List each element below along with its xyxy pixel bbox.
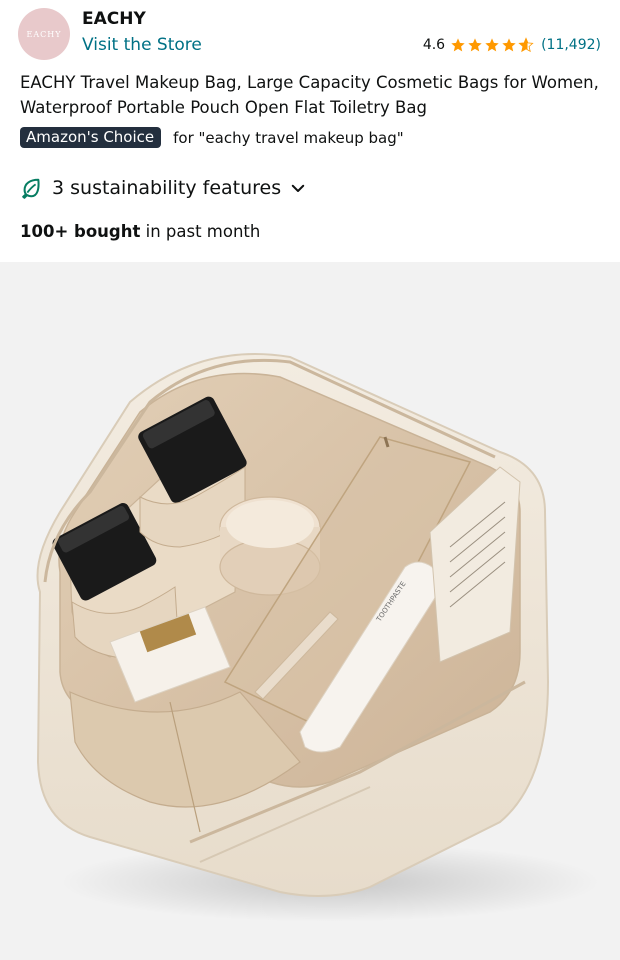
visit-store-link[interactable]: Visit the Store — [82, 35, 202, 55]
bought-count: 100+ bought — [20, 222, 141, 241]
sustainability-features-toggle[interactable]: 3 sustainability features — [20, 177, 307, 199]
product-image[interactable]: TOOTHPASTE — [0, 262, 620, 960]
seller-name: EACHY — [82, 9, 146, 29]
seller-logo[interactable]: EACHY — [18, 8, 70, 60]
half-star-icon — [518, 37, 534, 53]
makeup-bag-illustration: TOOTHPASTE — [36, 353, 600, 922]
bought-in-past-month: 100+ bought in past month — [20, 222, 260, 241]
star-icon — [502, 38, 516, 52]
bought-suffix: in past month — [140, 222, 261, 241]
star-icon — [451, 38, 465, 52]
amazons-choice-row: Amazon's Choice for "eachy travel makeup… — [20, 127, 404, 148]
product-title: EACHY Travel Makeup Bag, Large Capacity … — [20, 73, 599, 117]
sustainability-label: 3 sustainability features — [52, 177, 282, 199]
star-icon — [468, 38, 482, 52]
amazons-choice-query: for "eachy travel makeup bag" — [173, 128, 404, 147]
chevron-down-icon — [291, 184, 305, 192]
rating-summary[interactable]: 4.6 (11,492) — [423, 37, 601, 53]
leaf-icon — [22, 178, 40, 199]
product-header: EACHY EACHY Visit the Store 4.6 (11,492)… — [0, 0, 620, 262]
star-rating — [450, 37, 535, 53]
review-count-link[interactable]: (11,492) — [541, 37, 601, 53]
rating-value: 4.6 — [422, 37, 446, 53]
amazons-choice-badge[interactable]: Amazon's Choice — [20, 127, 162, 148]
star-icon — [485, 38, 499, 52]
seller-logo-text: EACHY — [26, 29, 62, 39]
